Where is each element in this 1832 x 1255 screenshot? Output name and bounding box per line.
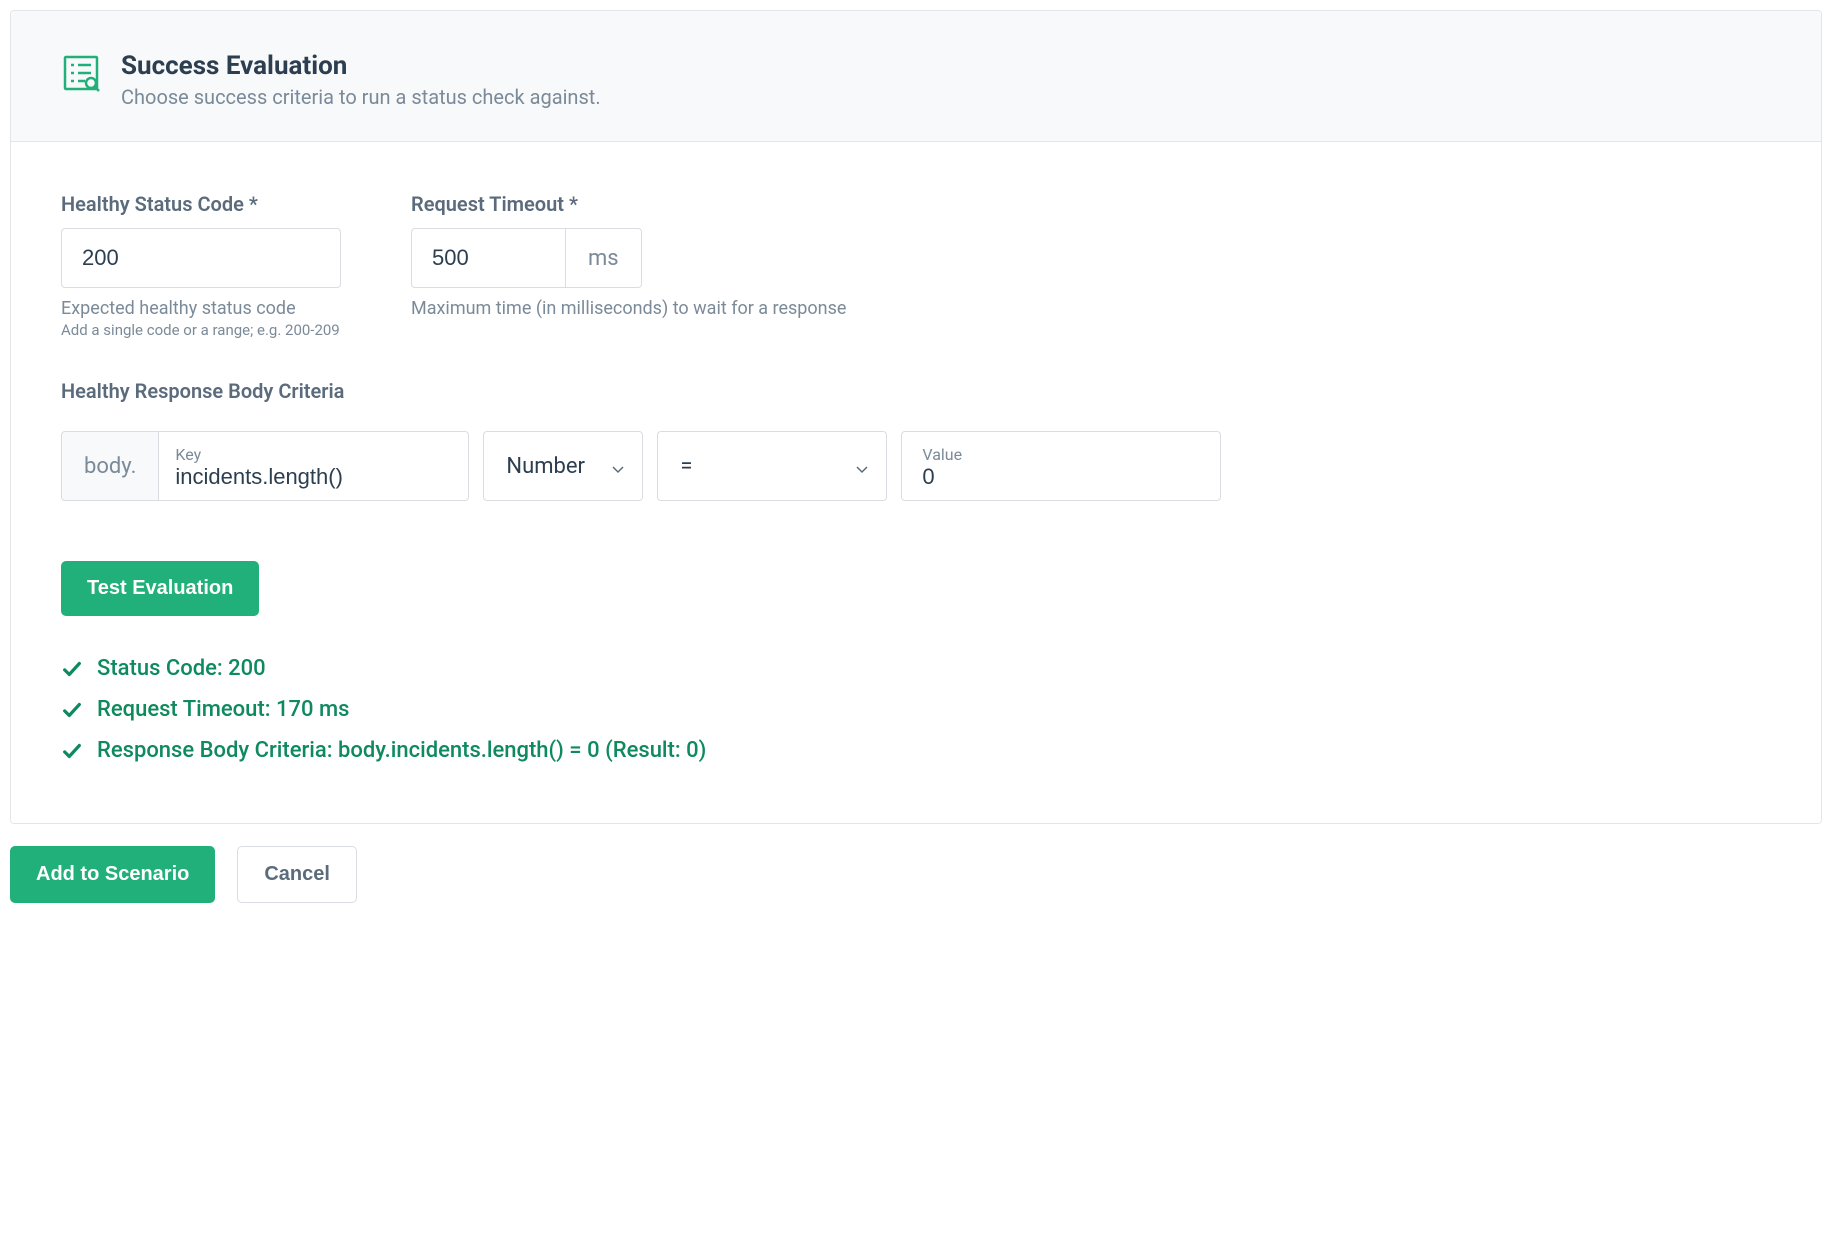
chevron-down-icon [610, 458, 626, 474]
result-timeout-text: Request Timeout: 170 ms [97, 697, 349, 722]
value-field-label: Value [922, 445, 1200, 464]
add-to-scenario-button[interactable]: Add to Scenario [10, 846, 215, 903]
result-status-code: Status Code: 200 [61, 656, 1771, 681]
card-title: Success Evaluation [121, 51, 601, 81]
status-code-help2: Add a single code or a range; e.g. 200-2… [61, 321, 341, 339]
type-select[interactable]: Number [483, 431, 643, 501]
type-select-value: Number [506, 454, 585, 479]
key-field[interactable]: Key [159, 431, 469, 501]
form-row-top: Healthy Status Code * Expected healthy s… [61, 192, 1771, 339]
evaluation-icon [61, 53, 101, 93]
body-prefix: body. [61, 431, 159, 501]
result-timeout: Request Timeout: 170 ms [61, 697, 1771, 722]
value-field[interactable]: Value [901, 431, 1221, 501]
check-icon [61, 699, 83, 721]
chevron-down-icon [854, 458, 870, 474]
operator-select[interactable]: = [657, 431, 887, 501]
value-input[interactable] [922, 464, 1200, 490]
result-body-text: Response Body Criteria: body.incidents.l… [97, 738, 706, 763]
check-icon [61, 658, 83, 680]
key-input[interactable] [175, 464, 452, 490]
card-body: Healthy Status Code * Expected healthy s… [11, 142, 1821, 823]
results-list: Status Code: 200 Request Timeout: 170 ms… [61, 656, 1771, 763]
card-subtitle: Choose success criteria to run a status … [121, 85, 601, 109]
timeout-label: Request Timeout * [411, 192, 846, 216]
timeout-unit: ms [566, 228, 642, 288]
cancel-button[interactable]: Cancel [237, 846, 357, 903]
operator-select-value: = [680, 454, 692, 479]
key-field-label: Key [175, 445, 452, 464]
result-body-criteria: Response Body Criteria: body.incidents.l… [61, 738, 1771, 763]
footer-actions: Add to Scenario Cancel [10, 824, 1822, 903]
test-evaluation-button[interactable]: Test Evaluation [61, 561, 259, 616]
status-code-group: Healthy Status Code * Expected healthy s… [61, 192, 341, 339]
criteria-label: Healthy Response Body Criteria [61, 379, 1771, 403]
criteria-group: Healthy Response Body Criteria [61, 379, 1771, 415]
card-header-text: Success Evaluation Choose success criter… [121, 51, 601, 109]
criteria-row: body. Key Number = Value [61, 431, 1771, 501]
status-code-help1: Expected healthy status code [61, 298, 341, 319]
check-icon [61, 740, 83, 762]
status-code-input[interactable] [61, 228, 341, 288]
body-key-group: body. Key [61, 431, 469, 501]
card-header: Success Evaluation Choose success criter… [11, 11, 1821, 142]
timeout-help: Maximum time (in milliseconds) to wait f… [411, 298, 846, 319]
success-evaluation-card: Success Evaluation Choose success criter… [10, 10, 1822, 824]
status-code-label: Healthy Status Code * [61, 192, 341, 216]
result-status-code-text: Status Code: 200 [97, 656, 266, 681]
timeout-input[interactable] [411, 228, 566, 288]
timeout-input-group: ms [411, 228, 846, 288]
timeout-group: Request Timeout * ms Maximum time (in mi… [411, 192, 846, 339]
